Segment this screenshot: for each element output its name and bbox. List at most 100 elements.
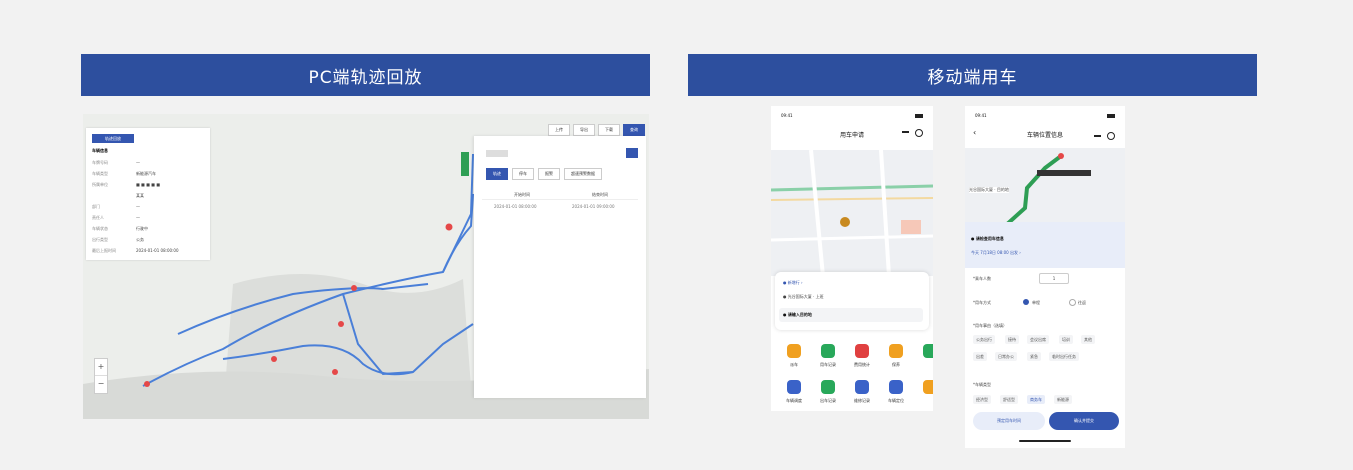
grid-app-icon[interactable]	[821, 380, 835, 394]
info-value: ■ ■ ■ ■ ■	[136, 182, 160, 187]
schedule-button[interactable]: 预定用车时间	[973, 412, 1045, 430]
section-title: ● 请检查用车信息	[971, 236, 1004, 241]
info-key: 出行类型	[92, 237, 108, 242]
option-chip[interactable]: 新能源	[1054, 395, 1072, 404]
mobile-section-banner: 移动端用车	[688, 54, 1257, 96]
grid-app-icon[interactable]	[889, 344, 903, 358]
grid-app-label: 出车记录	[820, 398, 836, 403]
grid-app-icon[interactable]	[821, 344, 835, 358]
info-value: 行驶中	[136, 226, 148, 231]
zoom-control: + −	[94, 358, 108, 394]
option-chip[interactable]: 商务车	[1027, 395, 1045, 404]
track-list-panel: 轨迹 停车 报警 超速预警数据 开始时间 结束时间 2024-01-01 08:…	[474, 136, 646, 398]
info-value: 2024-01-01 08:00:00	[136, 248, 179, 253]
more-icon[interactable]	[1094, 135, 1101, 137]
option-chip[interactable]: 公务出行	[973, 335, 995, 344]
grid-app-label: 车辆调度	[786, 398, 802, 403]
info-row: 出行类型 公务	[92, 237, 144, 243]
grid-app-icon[interactable]	[787, 344, 801, 358]
vehicle-type-label: *车辆类型	[973, 382, 991, 387]
info-row: 责任人 —	[92, 215, 140, 221]
grid-app-icon[interactable]	[889, 380, 903, 394]
pc-track-playback-window: 轨迹回放 车辆信息 车牌号码 — 车辆类型 新能源汽车 所属单位 ■ ■ ■ ■ ■ 某某部…	[83, 114, 649, 419]
panel-select[interactable]	[486, 150, 508, 157]
option-chip[interactable]: 日常办公	[995, 352, 1017, 361]
grid-app-icon[interactable]	[923, 380, 933, 394]
option-one-way[interactable]: 单程	[1032, 300, 1040, 306]
info-value: —	[136, 204, 140, 209]
info-row: 车辆状态 行驶中	[92, 226, 148, 232]
phone-vehicle-request: 09:41 用车申请 ● 新增行 › ● 光谷国际大厦 · 上班 ● 请输入目的…	[771, 106, 933, 411]
info-row: 车牌号码 —	[92, 160, 140, 166]
radio-one-way[interactable]	[1023, 299, 1029, 305]
page-title: 车辆位置信息	[1026, 132, 1063, 139]
panel-search-button[interactable]	[626, 148, 638, 158]
grid-app-icon[interactable]	[923, 344, 933, 358]
tab-parking[interactable]: 停车	[512, 168, 534, 180]
vehicle-marker	[461, 152, 469, 176]
pc-section-banner: PC端轨迹回放	[81, 54, 650, 96]
option-chip[interactable]: 接待	[1005, 335, 1019, 344]
zoom-out-button[interactable]: −	[95, 375, 107, 392]
grid-app-icon[interactable]	[787, 380, 801, 394]
info-row: 部门 —	[92, 204, 140, 210]
grid-app-label: 派车	[790, 362, 798, 367]
route-add-line[interactable]: ● 新增行 ›	[783, 280, 803, 286]
option-chip[interactable]: 临时出行任务	[1049, 352, 1079, 361]
info-value: —	[136, 215, 140, 220]
option-round-trip[interactable]: 往返	[1078, 300, 1086, 306]
target-icon[interactable]	[1107, 132, 1115, 140]
info-row: 所属单位 ■ ■ ■ ■ ■	[92, 182, 160, 188]
destination-input[interactable]: ● 请输入目的地	[779, 308, 923, 322]
option-chip[interactable]: 紧急	[1027, 352, 1041, 361]
table-row-start[interactable]: 2024-01-01 08:00:00	[494, 204, 536, 209]
trip-summary: ● 请检查用车信息 今天 7月18日 08:00 出发 ›	[965, 222, 1125, 268]
grid-app-label: 车辆定位	[888, 398, 904, 403]
upload-button[interactable]: 上传	[548, 124, 570, 136]
pc-toolbar: 上传 导出 下载 查询	[548, 124, 645, 136]
trip-time[interactable]: 今天 7月18日 08:00 出发 ›	[971, 250, 1021, 256]
battery-icon	[1107, 114, 1115, 118]
option-chip[interactable]: 会议出席	[1027, 335, 1049, 344]
info-key: 车辆状态	[92, 226, 108, 231]
export-button[interactable]: 导出	[573, 124, 595, 136]
tab-alarm[interactable]: 报警	[538, 168, 560, 180]
zoom-in-button[interactable]: +	[95, 359, 107, 375]
tab-track[interactable]: 轨迹	[486, 168, 508, 180]
info-key: 所属单位	[92, 182, 108, 187]
table-row-end[interactable]: 2024-01-01 09:00:00	[572, 204, 614, 209]
grid-app-label: 费用统计	[854, 362, 870, 367]
more-icon[interactable]	[902, 131, 909, 133]
download-button[interactable]: 下载	[598, 124, 620, 136]
grid-app-icon[interactable]	[855, 380, 869, 394]
map-destination-label: 光谷国际大厦 · 目的地	[969, 187, 1009, 193]
passenger-stepper[interactable]: 1	[1039, 273, 1069, 284]
grid-app-icon[interactable]	[855, 344, 869, 358]
info-value: 新能源汽车	[136, 171, 156, 176]
header-start-time: 开始时间	[514, 192, 530, 197]
status-time: 09:41	[781, 113, 793, 118]
route-origin[interactable]: ● 光谷国际大厦 · 上班	[783, 294, 824, 300]
info-key: 车牌号码	[92, 160, 108, 165]
submit-button[interactable]: 确认并提交	[1049, 412, 1119, 430]
location-pin	[840, 217, 850, 227]
option-chip[interactable]: 舒适型	[1000, 395, 1018, 404]
purpose-label: *用车事由（选填）	[973, 323, 1007, 328]
query-button[interactable]: 查询	[623, 124, 645, 136]
grid-app-label: 保养	[892, 362, 900, 367]
vehicle-info-card: 轨迹回放 车辆信息 车牌号码 — 车辆类型 新能源汽车 所属单位 ■ ■ ■ ■ ■ 某某部…	[86, 128, 210, 260]
target-icon[interactable]	[915, 129, 923, 137]
pc-banner-title: PC端轨迹回放	[308, 67, 423, 88]
grid-app-label: 维修记录	[854, 398, 870, 403]
tab-speeding[interactable]: 超速预警数据	[564, 168, 602, 180]
passenger-label: *乘车人数	[973, 276, 991, 281]
option-chip[interactable]: 其他	[1081, 335, 1095, 344]
radio-round-trip[interactable]	[1069, 299, 1076, 306]
option-chip[interactable]: 培训	[1059, 335, 1073, 344]
option-chip[interactable]: 经济型	[973, 395, 991, 404]
battery-icon	[915, 114, 923, 118]
option-chip[interactable]: 出差	[973, 352, 987, 361]
info-value: 某某	[136, 193, 144, 198]
track-playback-badge[interactable]: 轨迹回放	[92, 134, 134, 143]
map-view[interactable]	[771, 150, 933, 276]
